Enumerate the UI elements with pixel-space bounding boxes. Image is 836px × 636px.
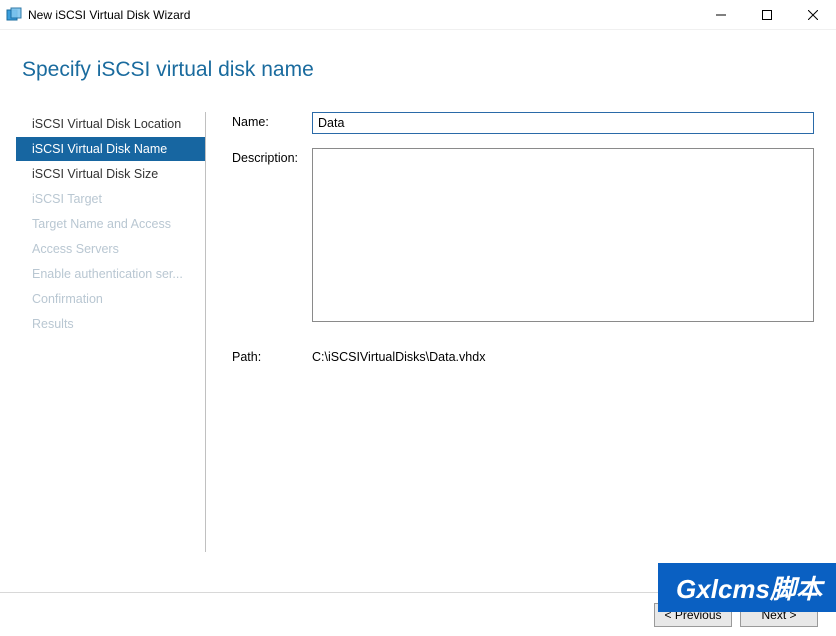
step-size[interactable]: iSCSI Virtual Disk Size <box>16 162 205 186</box>
step-confirmation: Confirmation <box>16 287 205 311</box>
step-authentication: Enable authentication ser... <box>16 262 205 286</box>
page-heading: Specify iSCSI virtual disk name <box>0 30 836 82</box>
description-input[interactable] <box>312 148 814 322</box>
name-label: Name: <box>232 112 312 134</box>
step-results: Results <box>16 312 205 336</box>
name-input[interactable] <box>312 112 814 134</box>
minimize-button[interactable] <box>698 0 744 30</box>
description-label: Description: <box>232 148 312 325</box>
step-name[interactable]: iSCSI Virtual Disk Name <box>16 137 205 161</box>
watermark-overlay: Gxlcms脚本 <box>658 563 836 612</box>
path-value: C:\iSCSIVirtualDisks\Data.vhdx <box>312 347 814 364</box>
step-access-servers: Access Servers <box>16 237 205 261</box>
titlebar: New iSCSI Virtual Disk Wizard <box>0 0 836 30</box>
maximize-button[interactable] <box>744 0 790 30</box>
wizard-steps-sidebar: iSCSI Virtual Disk Location iSCSI Virtua… <box>16 112 206 552</box>
step-location[interactable]: iSCSI Virtual Disk Location <box>16 112 205 136</box>
step-target-name: Target Name and Access <box>16 212 205 236</box>
wizard-icon <box>6 7 22 23</box>
step-target: iSCSI Target <box>16 187 205 211</box>
close-button[interactable] <box>790 0 836 30</box>
window-title: New iSCSI Virtual Disk Wizard <box>28 8 190 22</box>
path-label: Path: <box>232 347 312 364</box>
form-area: Name: Description: Path: C:\iSCSIVirtual… <box>206 112 814 552</box>
